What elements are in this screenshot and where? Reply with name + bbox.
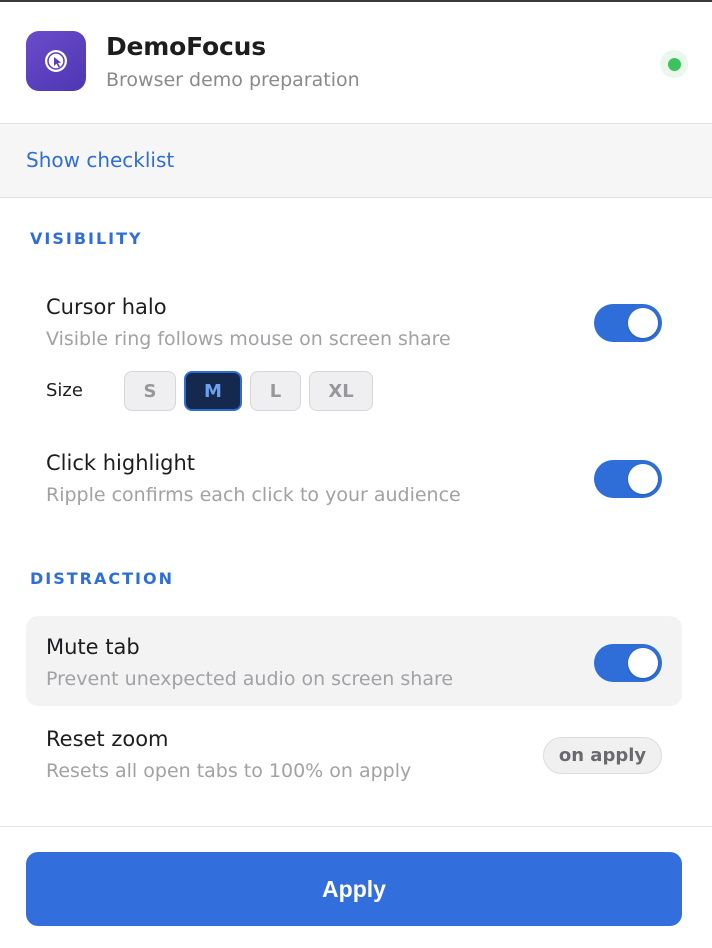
reset-zoom-title: Reset zoom bbox=[46, 727, 169, 751]
status-dot-icon bbox=[667, 57, 681, 71]
popup-header: DemoFocus Browser demo preparation bbox=[0, 2, 712, 124]
click-highlight-desc: Ripple confirms each click to your audie… bbox=[46, 484, 461, 506]
cursor-halo-desc: Visible ring follows mouse on screen sha… bbox=[46, 328, 451, 350]
app-title: DemoFocus bbox=[106, 32, 266, 61]
size-option-l[interactable]: L bbox=[250, 371, 301, 411]
mute-tab-desc: Prevent unexpected audio on screen share bbox=[46, 668, 454, 690]
mute-tab-title: Mute tab bbox=[46, 635, 140, 659]
mute-tab-toggle[interactable] bbox=[594, 644, 662, 682]
app-logo bbox=[26, 31, 86, 91]
size-option-xl[interactable]: XL bbox=[309, 371, 373, 411]
section-title-distraction: DISTRACTION bbox=[30, 569, 174, 588]
on-apply-badge: on apply bbox=[543, 737, 662, 774]
apply-button[interactable]: Apply bbox=[26, 852, 682, 926]
reset-zoom-desc: Resets all open tabs to 100% on apply bbox=[46, 760, 412, 782]
toggle-knob bbox=[628, 464, 658, 494]
app-subtitle: Browser demo preparation bbox=[106, 69, 360, 91]
cursor-halo-title: Cursor halo bbox=[46, 295, 167, 319]
section-title-visibility: VISIBILITY bbox=[30, 229, 143, 248]
cursor-halo-toggle[interactable] bbox=[594, 304, 662, 342]
size-option-s[interactable]: S bbox=[124, 371, 176, 411]
footer-divider bbox=[0, 826, 712, 827]
status-indicator bbox=[660, 50, 688, 78]
toggle-knob bbox=[628, 308, 658, 338]
toggle-knob bbox=[628, 648, 658, 678]
mute-tab-row bbox=[26, 616, 682, 706]
checklist-bar: Show checklist bbox=[0, 124, 712, 198]
click-highlight-title: Click highlight bbox=[46, 451, 196, 475]
show-checklist-link[interactable]: Show checklist bbox=[26, 148, 174, 172]
size-label: Size bbox=[46, 380, 83, 401]
size-option-m[interactable]: M bbox=[184, 371, 242, 411]
cursor-click-icon bbox=[45, 50, 67, 72]
click-highlight-toggle[interactable] bbox=[594, 460, 662, 498]
